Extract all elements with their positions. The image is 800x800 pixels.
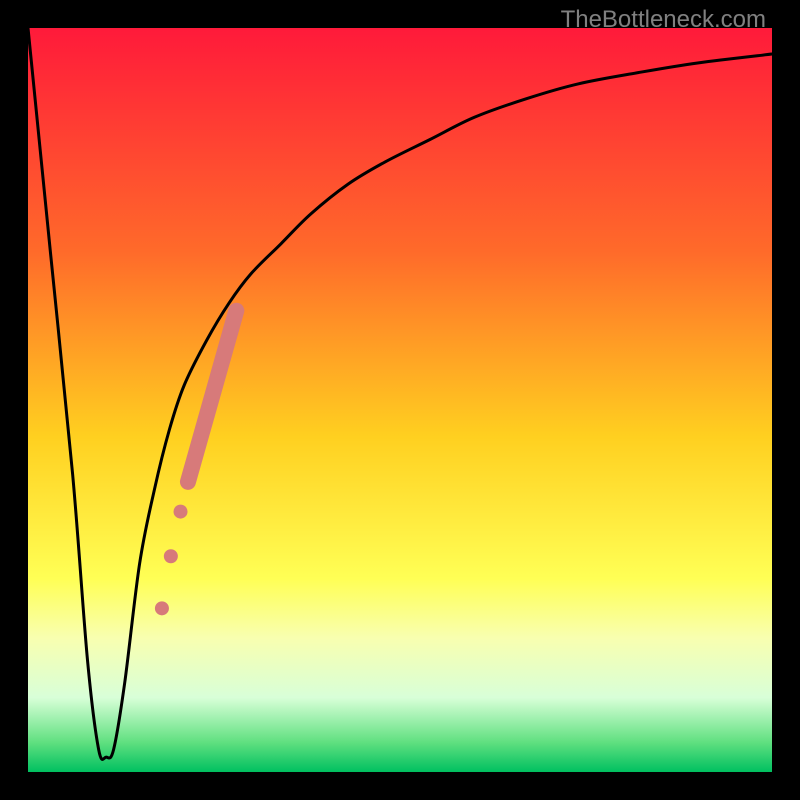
watermark-text: TheBottleneck.com [561, 6, 766, 34]
plot-area [28, 28, 772, 772]
chart-frame: TheBottleneck.com [0, 0, 800, 800]
plot-svg [28, 28, 772, 772]
gradient-background [28, 28, 772, 772]
highlight-dot [164, 549, 178, 563]
highlight-dot [174, 505, 188, 519]
highlight-dot [155, 601, 169, 615]
